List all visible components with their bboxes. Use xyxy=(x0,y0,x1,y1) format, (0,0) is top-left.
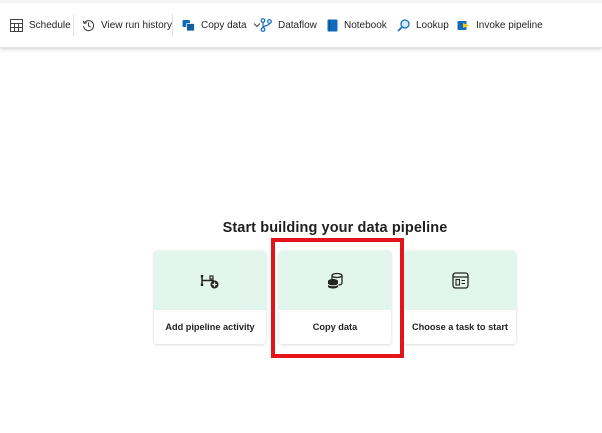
lookup-button[interactable]: Lookup xyxy=(397,13,449,37)
lookup-icon xyxy=(397,18,410,32)
view-run-history-button[interactable]: View run history xyxy=(82,13,172,37)
page-title: Start building your data pipeline xyxy=(222,220,448,236)
toolbar-top-edge xyxy=(0,0,602,3)
invoke-pipeline-button[interactable]: Invoke pipeline xyxy=(457,13,543,37)
choose-task-card[interactable]: Choose a task to start xyxy=(404,251,516,344)
card-header xyxy=(154,251,266,310)
invoke-pipeline-icon xyxy=(457,20,470,30)
copy-data-dropdown-button[interactable]: Copy data xyxy=(182,13,261,37)
card-label: Copy data xyxy=(312,322,358,332)
card-header xyxy=(404,251,516,310)
view-run-history-label: View run history xyxy=(101,19,172,31)
calendar-table-icon xyxy=(10,18,23,32)
invoke-pipeline-label: Invoke pipeline xyxy=(476,19,543,31)
dataflow-label: Dataflow xyxy=(278,19,317,31)
task-template-icon xyxy=(451,272,469,289)
card-label: Choose a task to start xyxy=(412,322,508,332)
schedule-label: Schedule xyxy=(29,19,71,31)
copy-data-label: Copy data xyxy=(201,19,247,31)
toolbar-divider xyxy=(172,14,173,36)
notebook-label: Notebook xyxy=(344,19,387,31)
pipeline-toolbar: Schedule View run history Copy data Data… xyxy=(0,0,602,48)
dataflow-button[interactable]: Dataflow xyxy=(260,13,317,37)
dataflow-icon xyxy=(260,18,272,32)
add-pipeline-activity-card[interactable]: Add pipeline activity xyxy=(154,251,266,344)
toolbar-divider xyxy=(73,14,74,36)
pipeline-activity-add-icon xyxy=(200,274,219,288)
lookup-label: Lookup xyxy=(416,19,449,31)
copy-data-card[interactable]: Copy data xyxy=(279,251,391,344)
database-copy-icon xyxy=(327,272,343,288)
notebook-button[interactable]: Notebook xyxy=(327,13,387,37)
notebook-icon xyxy=(327,19,338,31)
schedule-button[interactable]: Schedule xyxy=(10,13,71,37)
card-header xyxy=(279,251,391,310)
history-icon xyxy=(82,19,95,31)
card-label: Add pipeline activity xyxy=(165,322,255,332)
copy-data-icon xyxy=(182,19,195,31)
